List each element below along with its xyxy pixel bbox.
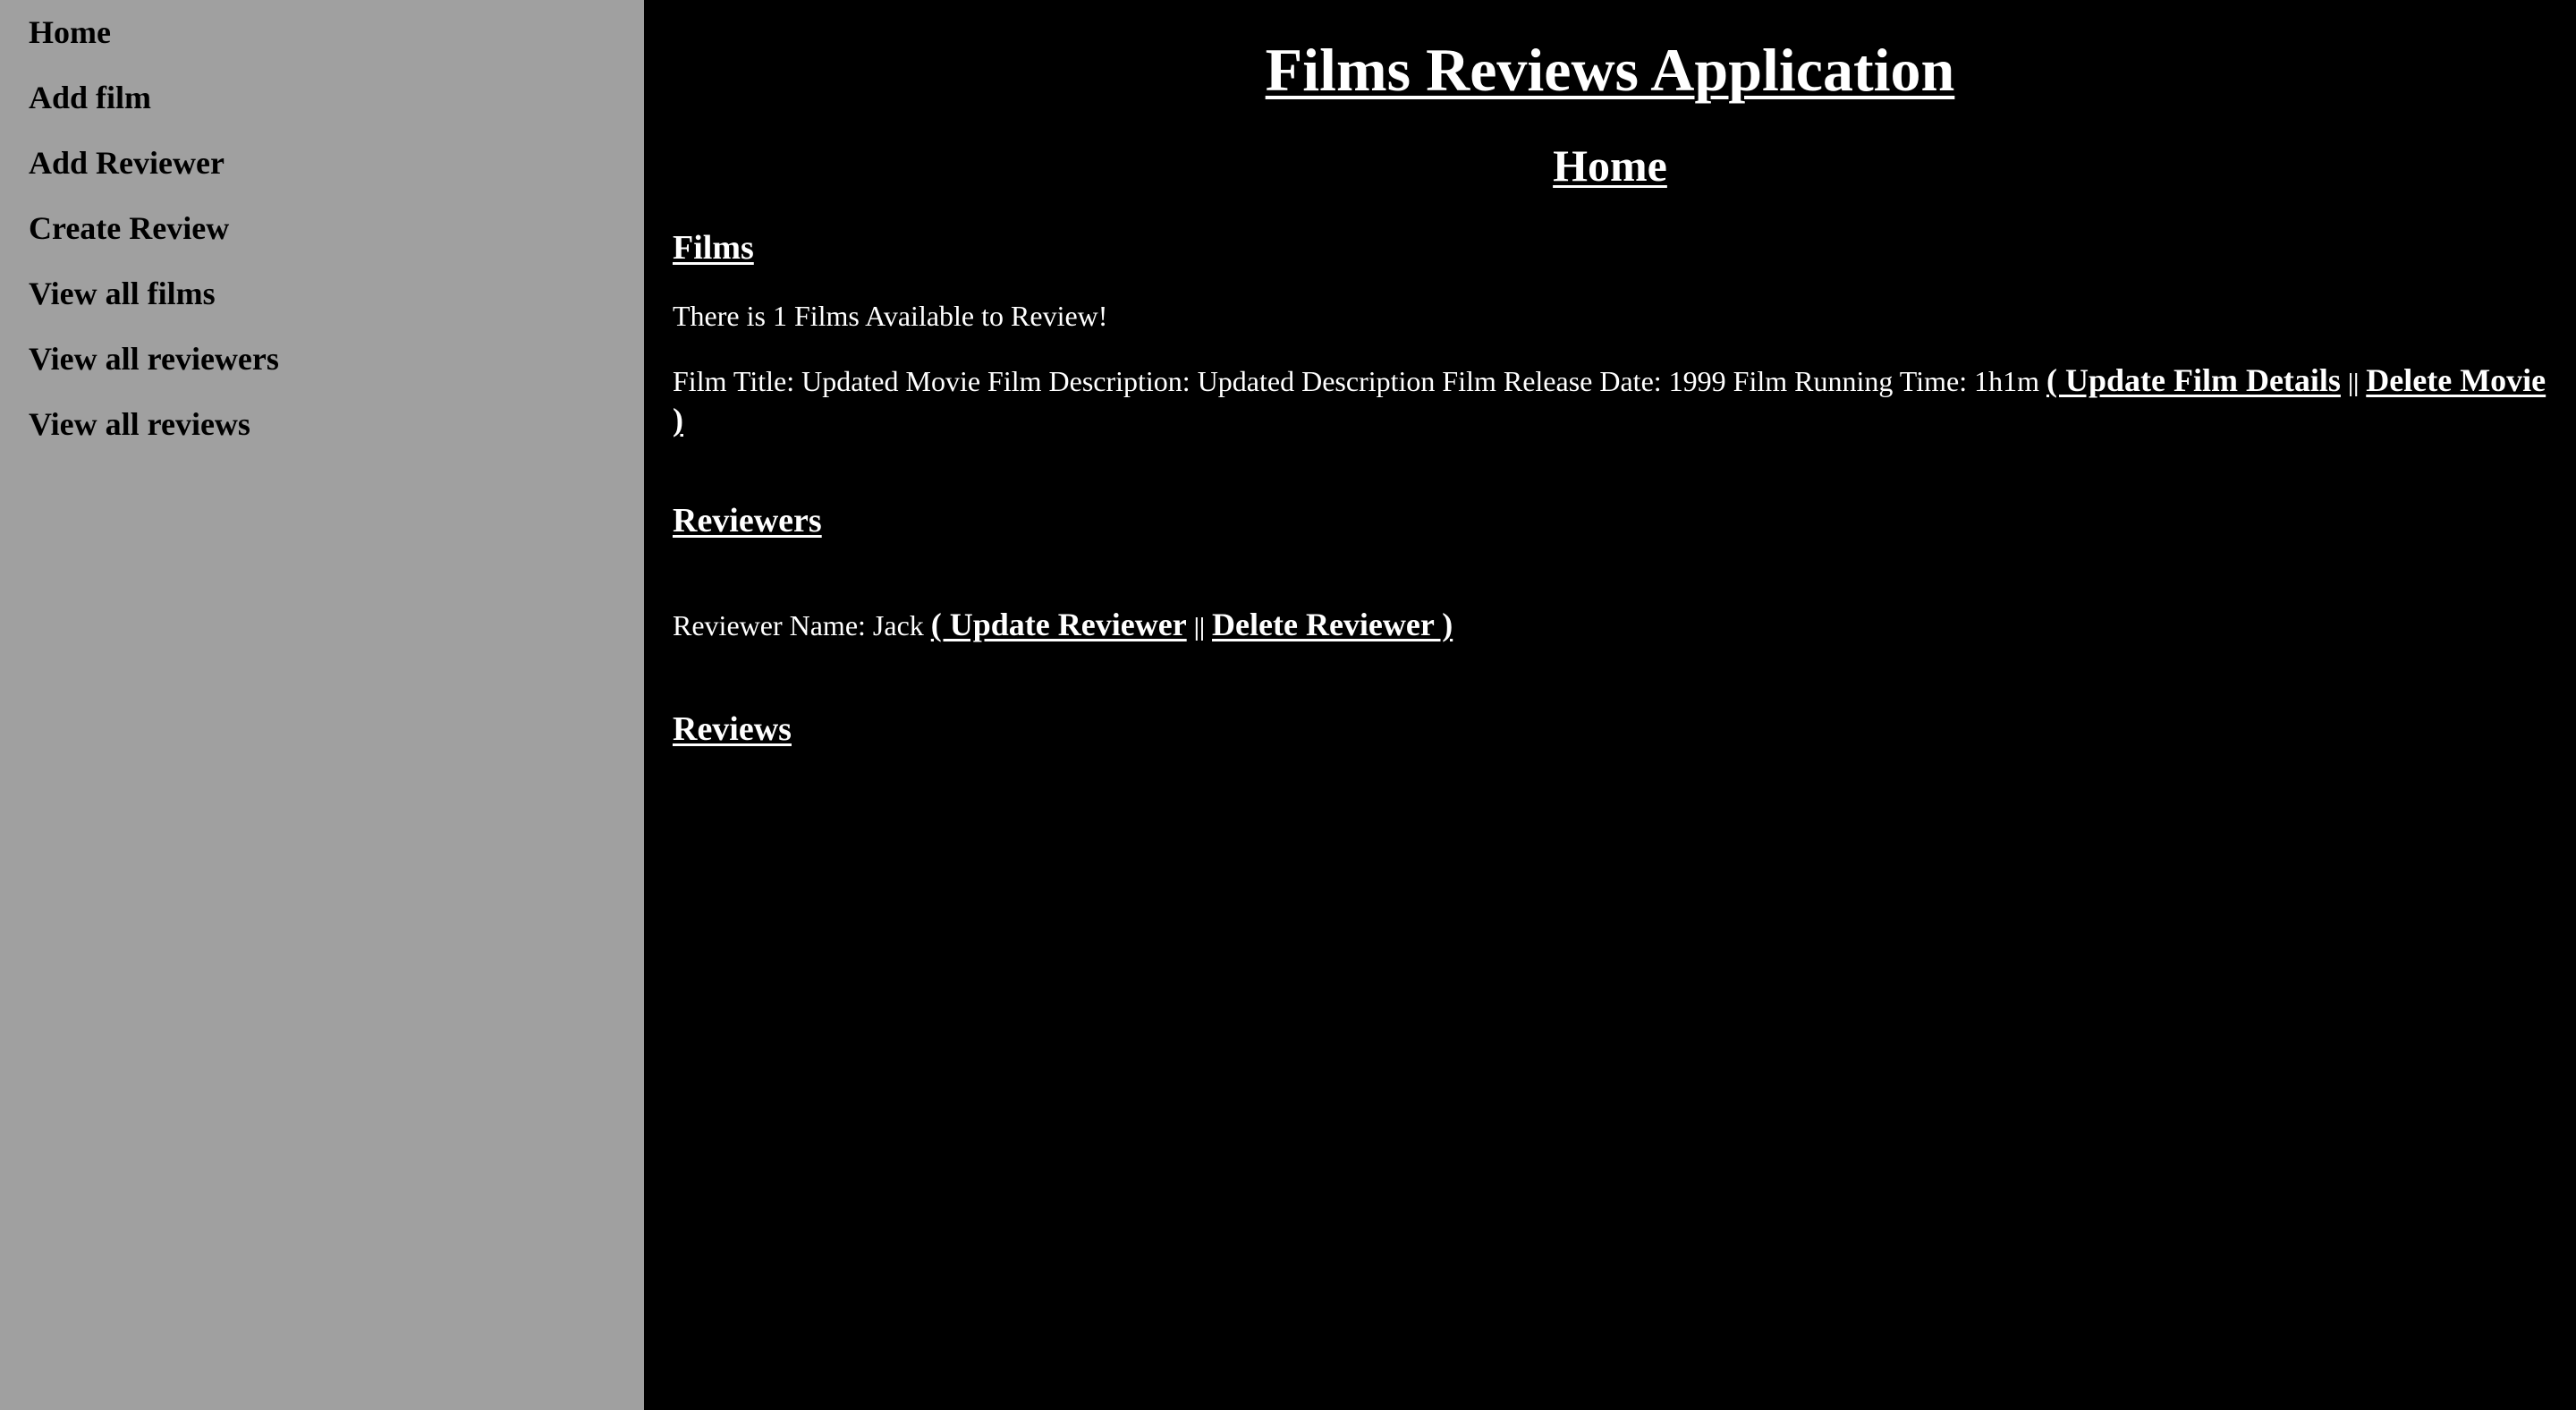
films-count-text: There is 1 Films Available to Review! [673,300,1108,332]
update-reviewer-link[interactable]: ( Update Reviewer [931,607,1187,642]
reviewer-name-text: Reviewer Name: Jack [673,609,924,641]
sidebar-item-view-all-films[interactable]: View all films [29,277,216,310]
app-title[interactable]: Films Reviews Application [644,39,2576,100]
films-heading[interactable]: Films [673,231,754,265]
film-entry: Film Title: Updated Movie Film Descripti… [673,362,2551,438]
reviewer-entry: Reviewer Name: Jack ( Update Reviewer ||… [673,607,1453,646]
page-title[interactable]: Home [644,143,2576,188]
link-separator: || [1193,614,1206,641]
link-separator: || [2347,369,2360,397]
reviews-heading[interactable]: Reviews [673,712,792,746]
update-film-link[interactable]: ( Update Film Details [2046,362,2341,398]
reviewers-heading[interactable]: Reviewers [673,504,822,538]
sidebar-item-create-review[interactable]: Create Review [29,212,229,244]
sidebar-item-add-reviewer[interactable]: Add Reviewer [29,147,225,179]
sidebar-item-home[interactable]: Home [29,16,111,48]
main-content: Films Reviews Application Home Films The… [644,0,2576,1410]
delete-reviewer-link[interactable]: Delete Reviewer ) [1212,607,1453,642]
film-details-text: Film Title: Updated Movie Film Descripti… [673,365,2039,397]
sidebar-item-view-all-reviewers[interactable]: View all reviewers [29,343,279,375]
sidebar: Home Add film Add Reviewer Create Review… [0,0,644,1410]
sidebar-item-view-all-reviews[interactable]: View all reviews [29,408,250,440]
sidebar-item-add-film[interactable]: Add film [29,81,151,114]
